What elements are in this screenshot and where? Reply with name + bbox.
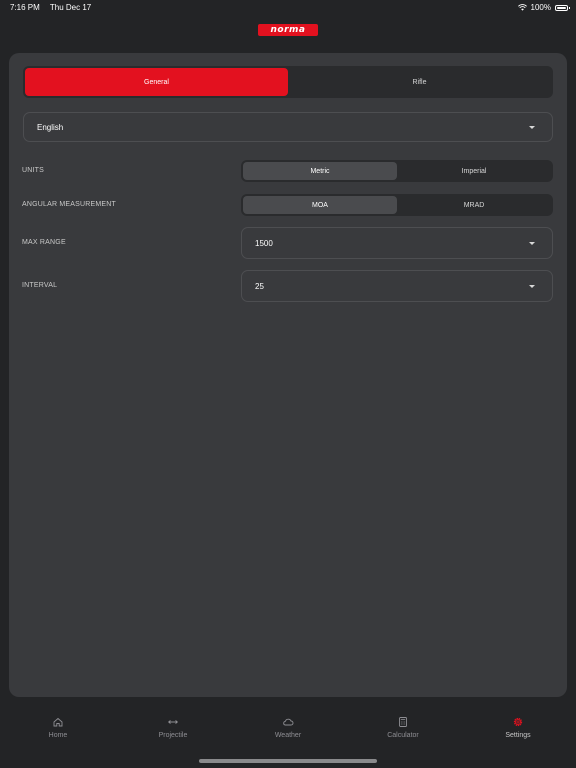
tab-projectile-label: Projectile [158, 732, 188, 739]
section-tabs: General Rifle [23, 66, 553, 98]
settings-panel: General Rifle English UNITS Metric Imper… [9, 53, 567, 697]
tab-calculator[interactable]: Calculator [363, 716, 443, 739]
tab-home-label: Home [48, 732, 68, 739]
home-indicator[interactable] [199, 759, 377, 763]
tab-general[interactable]: General [25, 68, 288, 96]
tab-calculator-label: Calculator [387, 732, 419, 739]
units-metric-option[interactable]: Metric [243, 162, 397, 180]
calculator-icon [399, 717, 407, 727]
arrows-horizontal-icon [168, 720, 178, 724]
max-range-value: 1500 [255, 238, 273, 248]
language-select[interactable]: English [23, 112, 553, 142]
interval-label: INTERVAL [22, 282, 58, 289]
tab-home[interactable]: Home [18, 716, 98, 739]
interval-select[interactable]: 25 [241, 270, 553, 302]
battery-percent: 100% [530, 3, 551, 12]
status-time: 7:16 PM [10, 3, 40, 12]
tab-rifle[interactable]: Rifle [288, 68, 551, 96]
angular-label: ANGULAR MEASUREMENT [22, 201, 117, 208]
tab-weather[interactable]: Weather [248, 716, 328, 739]
max-range-label: MAX RANGE [22, 239, 66, 246]
interval-value: 25 [255, 281, 264, 291]
status-left: 7:16 PM Thu Dec 17 [10, 3, 99, 12]
max-range-select[interactable]: 1500 [241, 227, 553, 259]
tab-settings-label: Settings [505, 732, 531, 739]
units-imperial-option[interactable]: Imperial [397, 162, 551, 180]
cloud-icon [283, 718, 294, 726]
norma-logo: norma [258, 24, 318, 36]
chevron-down-icon [529, 285, 535, 288]
status-right: 100% [517, 3, 570, 12]
tab-settings[interactable]: Settings [478, 716, 558, 739]
gear-icon [513, 717, 523, 727]
status-bar: 7:16 PM Thu Dec 17 100% [0, 0, 576, 16]
battery-icon [555, 4, 570, 11]
tab-projectile[interactable]: Projectile [133, 716, 213, 739]
language-value: English [37, 122, 64, 132]
status-date: Thu Dec 17 [49, 3, 92, 12]
units-label: UNITS [22, 167, 44, 174]
chevron-down-icon [529, 242, 535, 245]
home-icon [53, 717, 63, 727]
wifi-icon [517, 4, 527, 11]
chevron-down-icon [529, 126, 535, 129]
angular-segmented: MOA MRAD [241, 194, 553, 216]
units-segmented: Metric Imperial [241, 160, 553, 182]
angular-mrad-option[interactable]: MRAD [397, 196, 551, 214]
tab-weather-label: Weather [274, 732, 302, 739]
angular-moa-option[interactable]: MOA [243, 196, 397, 214]
